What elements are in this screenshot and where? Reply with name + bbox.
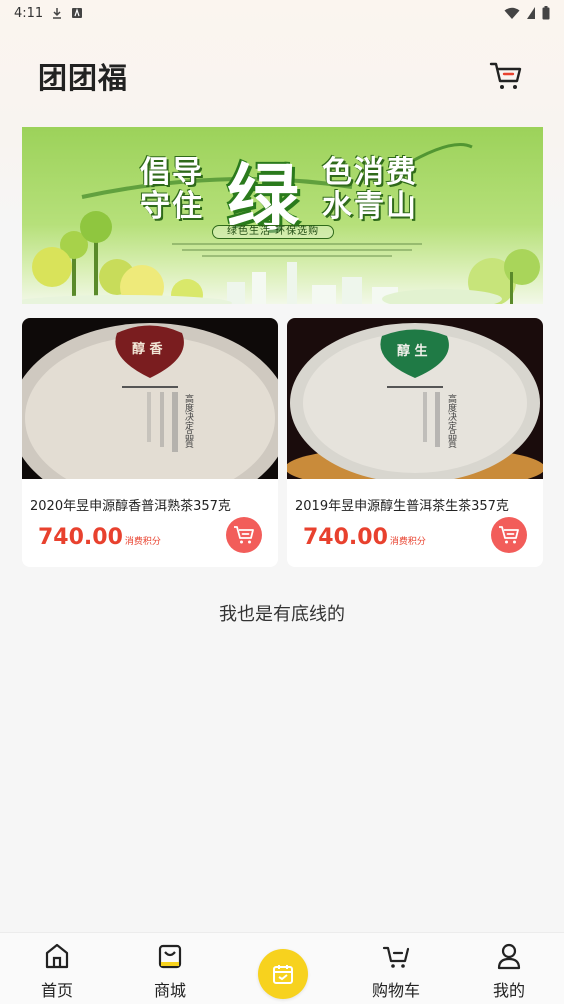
price-unit: 消费积分 [124, 537, 161, 547]
app-title: 团团福 [38, 61, 129, 95]
user-icon [497, 943, 521, 970]
signal-icon [527, 7, 535, 19]
tab-label: 我的 [492, 981, 525, 1000]
price-row: 740.00 消费积分 [303, 525, 426, 550]
tab-profile[interactable]: 我的 [469, 941, 549, 1001]
product-card[interactable]: 醇 生 高度决定品質 2019年昱申源醇生普洱茶生茶357克 740.00 消费… [287, 318, 543, 567]
tab-home[interactable]: 首页 [17, 941, 97, 1001]
status-time: 4:11 [14, 5, 44, 21]
download-icon [53, 8, 62, 19]
bottom-tab-bar: 首页 商城 购物车 我的 [0, 932, 564, 1004]
product-image: 醇 生 高度决定品質 [287, 318, 543, 479]
cart-icon [489, 62, 522, 89]
home-icon [45, 943, 69, 969]
status-bar: 4:11 [0, 0, 564, 26]
add-to-cart-button[interactable] [491, 517, 527, 553]
wifi-icon [504, 7, 520, 19]
product-name: 2019年昱申源醇生普洱茶生茶357克 [295, 499, 509, 514]
product-price: 740.00 [38, 525, 123, 550]
cart-icon [234, 526, 254, 544]
calendar-icon [273, 965, 293, 984]
product-price: 740.00 [303, 525, 388, 550]
wrapper-text: 高度决定品質 [446, 394, 456, 448]
price-row: 740.00 消费积分 [38, 525, 161, 550]
tab-label: 首页 [40, 981, 73, 1000]
product-seal: 醇 香 [132, 342, 163, 357]
cart-icon [382, 946, 410, 968]
cart-icon [499, 526, 519, 544]
product-seal: 醇 生 [397, 344, 428, 359]
tab-shop[interactable]: 商城 [130, 941, 210, 1001]
banner-subtitle: 绿色生活 环保选购 [212, 225, 335, 239]
product-grid: 醇 香 高度决定品質 2020年昱申源醇香普洱熟茶357克 740.00 消费积… [22, 318, 543, 567]
header-cart-button[interactable] [486, 56, 526, 96]
shop-bag-icon [158, 944, 182, 969]
add-to-cart-button[interactable] [226, 517, 262, 553]
tab-label: 商城 [153, 981, 186, 1000]
wrapper-text: 高度决定品質 [183, 394, 193, 448]
battery-icon [542, 6, 550, 20]
product-card[interactable]: 醇 香 高度决定品質 2020年昱申源醇香普洱熟茶357克 740.00 消费积… [22, 318, 278, 567]
banner-text-2: 守住 [140, 189, 204, 224]
tab-label: 购物车 [371, 981, 420, 1000]
price-unit: 消费积分 [389, 537, 426, 547]
app-header: 团团福 [0, 50, 564, 102]
app-notification-icon [72, 8, 83, 18]
promo-banner[interactable]: 倡导 守住 绿 色消费 水青山 绿色生活 环保选购 [22, 127, 543, 304]
tab-cart[interactable]: 购物车 [356, 941, 436, 1001]
product-name: 2020年昱申源醇香普洱熟茶357克 [30, 499, 231, 514]
banner-text-4: 水青山 [322, 189, 418, 224]
product-image: 醇 香 高度决定品質 [22, 318, 278, 479]
end-of-list-note: 我也是有底线的 [219, 604, 345, 625]
banner-fine-print [172, 243, 422, 257]
tab-center-calendar[interactable] [258, 949, 308, 999]
